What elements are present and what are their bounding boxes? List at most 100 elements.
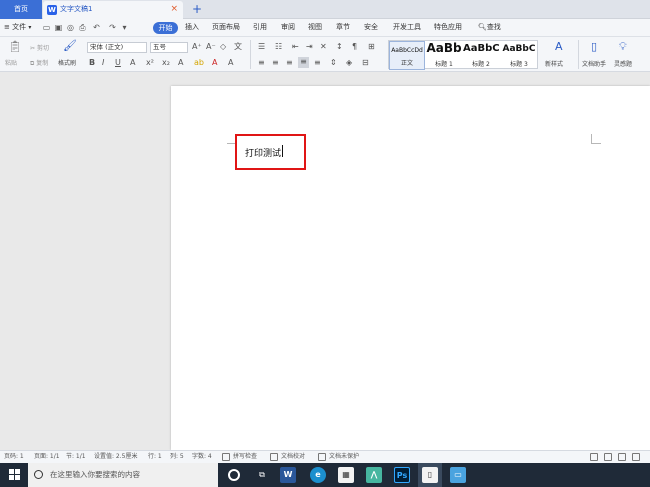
show-marks-icon[interactable]: ¶ — [352, 42, 357, 51]
status-setting: 设置值: 2.5厘米 — [94, 453, 138, 460]
font-size-select[interactable]: 五号 — [150, 42, 188, 53]
indent-icon[interactable]: ⇥ — [306, 42, 313, 51]
clear-format-icon[interactable]: ◇ — [220, 42, 226, 51]
status-proofread[interactable]: 文档校对 — [281, 451, 305, 463]
search-command[interactable]: 🔍︎查找 — [478, 19, 501, 37]
document-page[interactable]: 打印测试 — [171, 86, 650, 450]
subscript-icon[interactable]: x₂ — [162, 58, 170, 67]
cut-button[interactable]: ✂ 剪切 — [30, 43, 49, 52]
style-heading-3[interactable]: AaBbC 标题 3 — [500, 41, 538, 70]
proofread-icon[interactable] — [270, 453, 278, 461]
font-color-icon[interactable]: A — [130, 58, 135, 67]
edge-icon[interactable]: e — [310, 467, 326, 483]
justify-icon[interactable]: ≡ — [298, 57, 309, 68]
view-web-icon[interactable] — [618, 453, 626, 461]
save-icon[interactable]: ▣ — [54, 23, 63, 32]
status-spell-check[interactable]: 拼写检查 — [233, 451, 257, 463]
sort-icon[interactable]: ↕ — [336, 42, 343, 51]
redo-icon[interactable]: ↷ — [108, 23, 117, 32]
menu-developer[interactable]: 开发工具 — [393, 19, 421, 37]
file-menu[interactable]: ≡ 文件 ▾ — [4, 19, 31, 37]
menu-chapter[interactable]: 章节 — [336, 19, 350, 37]
text-effect-icon[interactable]: A — [178, 58, 183, 67]
menu-bar: ≡ 文件 ▾ ▭ ▣ ◎ ⎙ ↶ ↷ ▾ 开始 插入 页面布局 引用 审阅 视图… — [0, 19, 650, 37]
superscript-icon[interactable]: x² — [146, 58, 154, 67]
undo-icon[interactable]: ↶ — [92, 23, 101, 32]
status-page-number[interactable]: 页码: 1 — [4, 451, 24, 463]
taskbar-search-input[interactable]: 在这里输入你要搜索的内容 — [28, 463, 218, 487]
word-icon[interactable]: W — [280, 467, 296, 483]
screen-icon[interactable]: ▭ — [450, 467, 466, 483]
shading-icon[interactable]: ◈ — [346, 58, 352, 67]
cortana-icon[interactable] — [228, 469, 240, 481]
align-center-icon[interactable]: ≡ — [272, 58, 279, 67]
underline-icon[interactable]: U — [115, 58, 121, 67]
view-read-icon[interactable] — [632, 453, 640, 461]
style-heading-1[interactable]: AaBb 标题 1 — [426, 41, 462, 70]
table-borders-icon[interactable]: ⊟ — [362, 58, 369, 67]
menu-start[interactable]: 开始 — [153, 22, 178, 34]
inspiration-label[interactable]: 灵感题 — [614, 59, 632, 68]
font-color-red-icon[interactable]: A — [212, 58, 217, 67]
view-page-icon[interactable] — [590, 453, 598, 461]
align-left-icon[interactable]: ≡ — [258, 58, 265, 67]
menu-special[interactable]: 特色应用 — [434, 19, 462, 37]
menu-insert[interactable]: 插入 — [185, 19, 199, 37]
style-heading-2[interactable]: AaBbC 标题 2 — [463, 41, 499, 70]
chevron-down-icon[interactable]: ▾ — [120, 23, 129, 32]
view-outline-icon[interactable] — [604, 453, 612, 461]
style-normal[interactable]: AaBbCcDd 正文 — [389, 41, 425, 70]
paste-icon[interactable]: 📋︎ — [8, 41, 22, 52]
distribute-icon[interactable]: ≡ — [314, 58, 321, 67]
print-icon[interactable]: ⎙ — [78, 23, 87, 32]
menu-security[interactable]: 安全 — [364, 19, 378, 37]
phonetic-icon[interactable]: 文 — [234, 42, 242, 51]
grow-font-icon[interactable]: A⁺ — [192, 42, 202, 51]
store-icon[interactable]: ▦ — [338, 467, 354, 483]
protect-icon[interactable] — [318, 453, 326, 461]
bullet-list-icon[interactable]: ☰ — [258, 42, 265, 51]
format-painter-label[interactable]: 格式刷 — [58, 58, 76, 67]
menu-view[interactable]: 视图 — [308, 19, 322, 37]
tab-document[interactable]: W 文字文稿1 × — [43, 1, 183, 19]
new-style-icon[interactable]: A — [555, 41, 563, 52]
menu-references[interactable]: 引用 — [253, 19, 267, 37]
paste-label[interactable]: 粘贴 — [5, 58, 17, 67]
open-icon[interactable]: ▭ — [42, 23, 51, 32]
bold-icon[interactable]: B — [89, 58, 95, 67]
add-tab-button[interactable]: + — [190, 0, 204, 19]
app-icon[interactable]: ⋀ — [366, 467, 382, 483]
hamburger-icon: ≡ — [4, 23, 10, 31]
menu-review[interactable]: 审阅 — [281, 19, 295, 37]
menu-page-layout[interactable]: 页面布局 — [212, 19, 240, 37]
doc-assistant-label[interactable]: 文档助手 — [582, 59, 606, 68]
spell-check-icon[interactable] — [222, 453, 230, 461]
numbered-list-icon[interactable]: ☷ — [275, 42, 282, 51]
windows-start-icon[interactable] — [9, 469, 21, 481]
photoshop-icon[interactable]: Ps — [394, 467, 410, 483]
char-shading-icon[interactable]: A — [228, 58, 233, 67]
wps-writer-icon[interactable]: ▯ — [422, 467, 438, 483]
font-name-select[interactable]: 宋体 (正文) — [87, 42, 147, 53]
align-right-icon[interactable]: ≡ — [286, 58, 293, 67]
copy-button[interactable]: ⧉ 复制 — [30, 58, 48, 68]
italic-icon[interactable]: I — [102, 58, 104, 67]
outdent-icon[interactable]: ⇤ — [292, 42, 299, 51]
shrink-font-icon[interactable]: A⁻ — [206, 42, 216, 51]
status-protect[interactable]: 文档未保护 — [329, 451, 359, 463]
print-preview-icon[interactable]: ◎ — [66, 23, 75, 32]
line-spacing-icon[interactable]: ⇕ — [330, 58, 337, 67]
task-view-icon[interactable]: ⧉ — [254, 467, 270, 483]
search-command-label: 查找 — [486, 23, 501, 31]
close-icon[interactable]: × — [170, 1, 178, 18]
tab-home[interactable]: 首页 — [0, 0, 42, 19]
status-words[interactable]: 字数: 4 — [192, 451, 212, 463]
new-style-label[interactable]: 新样式 — [545, 59, 563, 68]
highlight-icon[interactable]: ab — [194, 58, 204, 67]
doc-assistant-icon[interactable]: ▯ — [591, 41, 597, 52]
lightbulb-icon[interactable]: 💡︎ — [619, 41, 627, 52]
format-painter-icon[interactable]: 🖌︎ — [63, 40, 77, 51]
borders-icon[interactable]: ⊞ — [368, 42, 375, 51]
chinese-layout-icon[interactable]: ✕ — [320, 42, 327, 51]
style-heading-3-preview: AaBbC — [502, 44, 536, 54]
